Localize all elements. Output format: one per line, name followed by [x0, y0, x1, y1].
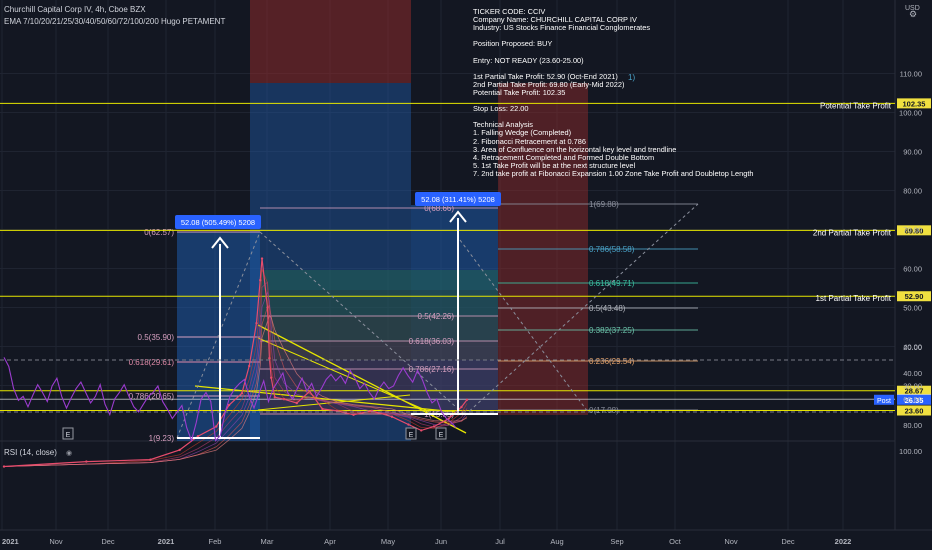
rsi-axis-tick: 80.00: [903, 421, 922, 430]
price-axis-tick: 60.00: [903, 265, 922, 274]
fib-band-green-1: [260, 270, 498, 290]
earnings-marker-label: E: [409, 432, 414, 439]
price-tag-value: 102.35: [903, 99, 926, 108]
time-axis-tick: May: [381, 537, 395, 546]
time-axis-tick: Nov: [49, 537, 63, 546]
price-axis-tick: 40.00: [903, 343, 922, 352]
fib-ext-level-label: 0.382(37.25): [589, 326, 635, 335]
price-point: [255, 321, 258, 325]
chart-window: 0(62.57) 0.5(35.90) 0.618(29.61) 0.786(20.6…: [0, 0, 932, 550]
price-point: [460, 405, 463, 409]
fib1-level-label: 0.5(35.90): [138, 333, 175, 342]
fib-ext-level-label: 0.5(43.48): [589, 304, 626, 313]
fib2-level-label: 0.786(27.16): [409, 365, 455, 374]
fib1-level-label: 0(62.57): [144, 228, 174, 237]
fib1-level-label: 1(9.23): [149, 434, 175, 443]
price-point: [269, 376, 273, 379]
fib2-level-label: 0.5(42.26): [418, 312, 455, 321]
price-tag-value: 23.60: [905, 407, 924, 416]
time-axis-tick: Dec: [781, 537, 795, 546]
price-axis-tick: 50.00: [903, 304, 922, 313]
time-axis-tick: 2021: [2, 537, 19, 546]
fib-ext-level-label: 1(69.88): [589, 200, 619, 209]
earnings-marker-label: E: [66, 432, 71, 439]
price-level-label: 1st Partial Take Profit: [816, 294, 892, 303]
fib-band-olive: [260, 316, 498, 341]
earnings-marker-label: E: [439, 432, 444, 439]
price-point: [149, 458, 152, 461]
price-point: [420, 429, 423, 432]
price-axis-tick: 30.00: [903, 382, 922, 391]
analysis-note: TICKER CODE: CCIV Company Name: CHURCHILL…: [473, 7, 803, 178]
price-axis-tick: 80.00: [903, 187, 922, 196]
rsi-title: RSI (14, close): [4, 448, 57, 457]
price-point: [465, 398, 469, 401]
price-point: [248, 364, 251, 368]
rsi-axis-tick: 100.00: [899, 447, 922, 456]
time-axis-tick: 2021: [158, 537, 175, 546]
price-point: [390, 415, 394, 418]
time-axis-tick: Jul: [495, 537, 505, 546]
measure-badge-label: 52.08 (311.41%) 5208: [421, 195, 495, 204]
price-tag-value: 52.90: [905, 292, 924, 301]
price-level-label: Potential Take Profit: [820, 101, 892, 110]
post-badge-label: Post: [877, 398, 891, 405]
time-axis-tick: Jun: [435, 537, 447, 546]
time-axis-tick: Oct: [669, 537, 682, 546]
time-axis-tick: Mar: [261, 537, 274, 546]
price-axis-tick: 90.00: [903, 148, 922, 157]
indicator-legend: EMA 7/10/20/21/25/30/40/50/60/72/100/200…: [4, 17, 226, 26]
price-axis-tick: 100.00: [899, 109, 922, 118]
price-axis-tick: 70.00: [903, 226, 922, 235]
analysis-note-line: Position Proposed: BUY: [473, 39, 553, 49]
target-zone-red-top: [250, 0, 411, 83]
price-point: [2, 465, 6, 468]
price-point: [266, 306, 269, 309]
price-point: [85, 460, 88, 463]
analysis-note-line: 7. 2nd take profit at Fibonacci Expansio…: [473, 168, 754, 178]
time-axis-tick: Apr: [324, 537, 336, 546]
fib-band-green-2: [260, 290, 498, 316]
price-point: [352, 413, 355, 416]
rsi-axis-tick: 60.00: [903, 395, 922, 404]
price-point: [273, 396, 277, 399]
analysis-note-line: Stop Loss: 22.00: [473, 104, 529, 114]
rsi-eye-icon: ◉: [66, 450, 72, 457]
price-point: [432, 425, 436, 428]
price-point: [227, 403, 231, 407]
analysis-note-line: Entry: NOT READY (23.60-25.00): [473, 55, 584, 65]
fib-ext-level-label: 0.618(49.71): [589, 279, 635, 288]
price-point: [282, 397, 286, 401]
fib2-level-label: 0.618(36.03): [409, 337, 455, 346]
analysis-note-line: Industry: US Stocks Finance Financial Co…: [473, 23, 651, 33]
currency-label: USD: [905, 5, 920, 12]
rsi-axis-tick: 40.00: [903, 369, 922, 378]
price-level-label: 2nd Partial Take Profit: [813, 228, 892, 237]
fib-ext-level-label: 0.236(29.54): [589, 357, 635, 366]
measure-badge-label: 52.08 (505.49%) 5208: [181, 218, 255, 227]
price-point: [295, 401, 298, 405]
price-point: [268, 357, 271, 360]
price-point: [308, 390, 311, 393]
price-point: [240, 392, 244, 395]
analysis-note-line: Potential Take Profit: 102.35: [473, 87, 566, 97]
fib-ext-level-label: 0.786(58.58): [589, 245, 635, 254]
time-axis-tick: Nov: [724, 537, 738, 546]
time-axis-tick: Sep: [610, 537, 623, 546]
time-axis-tick: Feb: [209, 537, 222, 546]
price-point: [407, 423, 410, 426]
price-axis-tick: 110.00: [900, 70, 922, 79]
symbol-title: Churchill Capital Corp IV, 4h, Cboe BZX: [4, 5, 146, 14]
price-point: [215, 425, 218, 428]
price-point: [260, 257, 264, 260]
time-axis-tick: 2022: [835, 537, 852, 546]
fib1-level-label: 0.618(29.61): [129, 358, 175, 367]
price-point: [259, 279, 262, 282]
time-axis-tick: Aug: [550, 537, 563, 546]
time-axis-tick: Dec: [101, 537, 115, 546]
price-point: [178, 448, 181, 452]
price-point: [321, 407, 324, 411]
